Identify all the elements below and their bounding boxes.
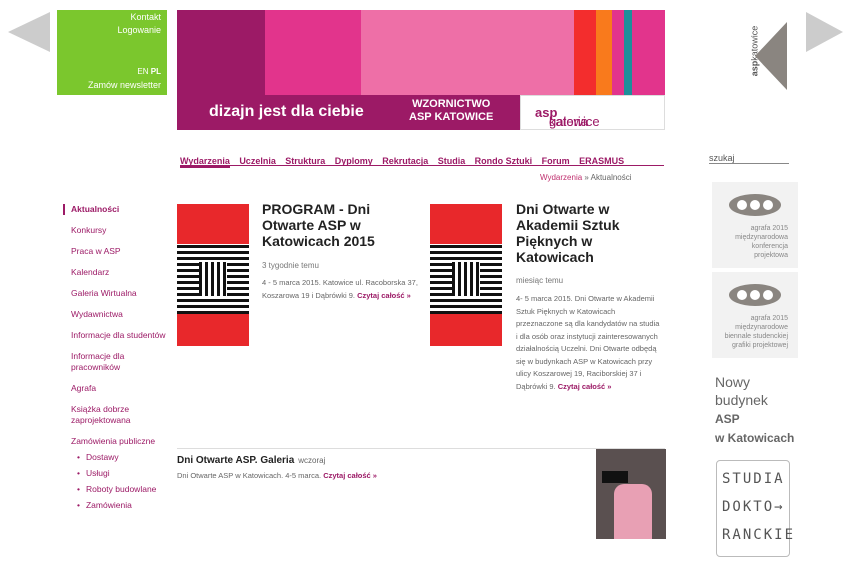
article-1-date: 3 tygodnie temu bbox=[262, 261, 319, 270]
breadcrumb-current: Aktualności bbox=[590, 173, 632, 182]
sidebar-item-wydawnictwa[interactable]: Wydawnictwa bbox=[71, 309, 166, 320]
sidebar-item-ksiazka[interactable]: Książka dobrze zaprojektowana bbox=[71, 404, 166, 426]
nav-studia[interactable]: Studia bbox=[438, 156, 466, 166]
newsletter-link[interactable]: Zamów newsletter bbox=[88, 80, 161, 90]
sidebar-item-kalendarz[interactable]: Kalendarz bbox=[71, 267, 166, 278]
sidebar: Aktualności Konkursy Praca w ASP Kalenda… bbox=[63, 204, 166, 516]
article-3-date: wczoraj bbox=[298, 456, 326, 465]
article-3-image[interactable] bbox=[596, 449, 666, 539]
article-1-body: 4 - 5 marca 2015. Katowice ul. Racoborsk… bbox=[262, 278, 418, 300]
sidebar-item-galeria[interactable]: Galeria Wirtualna bbox=[71, 288, 166, 299]
nav-rekrutacja[interactable]: Rekrutacja bbox=[382, 156, 428, 166]
nav-struktura[interactable]: Struktura bbox=[285, 156, 325, 166]
article-3-title[interactable]: Dni Otwarte ASP. Galeria wczoraj bbox=[177, 455, 325, 466]
login-link[interactable]: Logowanie bbox=[117, 25, 161, 35]
article-1-more-link[interactable]: Czytaj całość » bbox=[357, 291, 411, 300]
article-3-more-link[interactable]: Czytaj całość » bbox=[323, 471, 377, 480]
nav-uczelnia[interactable]: Uczelnia bbox=[239, 156, 276, 166]
contact-link[interactable]: Kontakt bbox=[130, 12, 161, 22]
lang-pl-link[interactable]: PL bbox=[151, 67, 161, 76]
agrafa-eye-icon bbox=[729, 284, 781, 306]
breadcrumb-wydarzenia[interactable]: Wydarzenia bbox=[540, 173, 582, 182]
sidebar-subitem-roboty[interactable]: Roboty budowlane bbox=[77, 484, 166, 495]
sidebar-subitem-uslugi[interactable]: Usługi bbox=[77, 468, 166, 479]
main-nav: Wydarzenia Uczelnia Struktura Dyplomy Re… bbox=[180, 151, 664, 168]
article-2-date: miesiąc temu bbox=[516, 276, 564, 285]
language-switch: EN PL bbox=[137, 67, 161, 76]
article-2-body: 4- 5 marca 2015. Dni Otwarte w Akademii … bbox=[516, 294, 660, 391]
sidebar-item-agrafa[interactable]: Agrafa bbox=[71, 383, 166, 394]
sidebar-item-aktualnosci[interactable]: Aktualności bbox=[63, 204, 166, 215]
sidebar-item-pracownicy[interactable]: Informacje dla pracowników bbox=[71, 351, 166, 373]
agrafa-conference-text: agrafa 2015 międzynarodowa konferencja proj… bbox=[735, 225, 788, 259]
article-divider bbox=[177, 448, 665, 449]
sidebar-subitem-zamowienia[interactable]: Zamówienia bbox=[77, 500, 166, 511]
doctoral-studies-banner[interactable]: STUDIA DOKTO→ RANCKIE bbox=[716, 460, 793, 557]
asp-logo[interactable]: aspkatowice bbox=[733, 18, 787, 90]
breadcrumb: Wydarzenia » Aktualności bbox=[540, 173, 632, 182]
article-2-title[interactable]: Dni Otwarte w Akademii Sztuk Pięknych w … bbox=[516, 201, 656, 265]
agrafa-biennale-banner[interactable]: agrafa 2015 międzynarodowe biennale studen… bbox=[712, 272, 798, 358]
sidebar-item-praca[interactable]: Praca w ASP bbox=[71, 246, 166, 257]
agrafa-eye-icon bbox=[729, 194, 781, 216]
nav-rondo-sztuki[interactable]: Rondo Sztuki bbox=[475, 156, 533, 166]
article-2-more-link[interactable]: Czytaj całość » bbox=[558, 382, 612, 391]
color-banner bbox=[177, 10, 665, 95]
article-3-body: Dni Otwarte ASP w Katowicach. 4-5 marca.… bbox=[177, 471, 377, 480]
article-1-title[interactable]: PROGRAM - Dni Otwarte ASP w Katowicach 2… bbox=[262, 201, 407, 249]
lang-en-link[interactable]: EN bbox=[137, 67, 148, 76]
search-label[interactable]: szukaj bbox=[709, 153, 789, 164]
nav-forum[interactable]: Forum bbox=[542, 156, 570, 166]
article-1-image[interactable] bbox=[177, 204, 249, 346]
sidebar-subitem-dostawy[interactable]: Dostawy bbox=[77, 452, 166, 463]
wzornictwo-badge[interactable]: WZORNICTWO ASP KATOWICE bbox=[409, 98, 493, 124]
slogan-text: dizajn jest dla ciebie bbox=[209, 103, 364, 120]
agrafa-conference-banner[interactable]: agrafa 2015 międzynarodowa konferencja proj… bbox=[712, 182, 798, 268]
top-links-panel: Kontakt Logowanie EN PL Zamów newsletter bbox=[57, 10, 167, 95]
slogan-bar: dizajn jest dla ciebie WZORNICTWO ASP KAT… bbox=[177, 95, 665, 130]
logo-triangle-icon bbox=[755, 22, 787, 90]
sidebar-item-studenci[interactable]: Informacje dla studentów bbox=[71, 330, 166, 341]
gallery-link[interactable]: galeria asp katowice bbox=[520, 95, 665, 130]
nav-erasmus[interactable]: ERASMUS bbox=[579, 156, 624, 166]
next-arrow-icon[interactable] bbox=[806, 12, 843, 52]
agrafa-biennale-text: agrafa 2015 międzynarodowe biennale studen… bbox=[724, 315, 788, 349]
sidebar-item-zamowienia[interactable]: Zamówienia publiczne bbox=[71, 436, 166, 447]
nav-dyplomy[interactable]: Dyplomy bbox=[335, 156, 373, 166]
article-2-image[interactable] bbox=[430, 204, 502, 346]
nav-wydarzenia[interactable]: Wydarzenia bbox=[180, 156, 230, 168]
new-building-banner[interactable]: Nowy budynek ASP w Katowicach bbox=[715, 373, 794, 447]
sidebar-item-konkursy[interactable]: Konkursy bbox=[71, 225, 166, 236]
prev-arrow-icon[interactable] bbox=[8, 12, 50, 52]
